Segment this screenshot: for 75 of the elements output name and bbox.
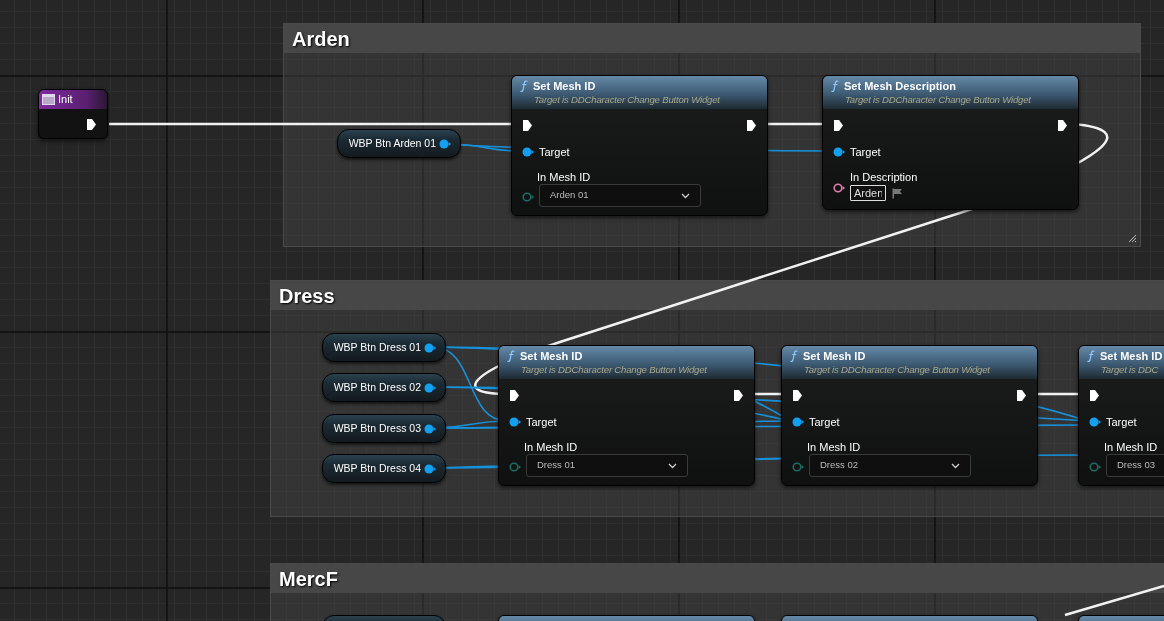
pin-icon[interactable]: [1089, 417, 1102, 427]
comment-title: MercF: [279, 568, 338, 589]
comment-title: Arden: [292, 28, 350, 49]
pin-label: In Mesh ID: [807, 441, 862, 453]
pin-icon[interactable]: [792, 417, 805, 427]
variable-label: WBP Btn Arden 01: [348, 135, 436, 151]
exec-pin-icon[interactable]: [1016, 388, 1027, 402]
mesh-id-dropdown[interactable]: Dress 01: [526, 454, 688, 477]
exec-pin-icon[interactable]: [522, 118, 533, 132]
pin-icon[interactable]: [424, 463, 437, 474]
pin-icon[interactable]: [424, 423, 437, 434]
node-subtitle: Target is DDCharacter Change Button Widget: [803, 363, 991, 377]
pin-label: In Mesh ID: [1104, 441, 1159, 453]
pin-icon[interactable]: [439, 138, 452, 149]
node-title: Set Mesh Description: [844, 80, 956, 92]
node-subtitle: Target is DDCharacter Change Button Widget: [844, 93, 1032, 107]
mesh-id-dropdown[interactable]: Dress 02: [809, 454, 971, 477]
pin-icon[interactable]: [509, 462, 522, 472]
function-icon: [790, 350, 798, 362]
pin-label: Target: [539, 146, 570, 158]
exec-pin-icon[interactable]: [1057, 118, 1068, 132]
pin-label: Target: [850, 146, 881, 158]
function-icon: [507, 350, 515, 362]
node-title: Init: [58, 94, 73, 105]
pin-icon[interactable]: [509, 417, 522, 427]
pin-icon[interactable]: [833, 147, 846, 157]
variable-label: WBP Btn Dress 03: [333, 420, 421, 436]
node-title: Set Mesh ID: [520, 350, 583, 362]
exec-pin-icon[interactable]: [86, 117, 97, 131]
caret-icon: [951, 462, 960, 469]
resize-handle-icon[interactable]: [1128, 234, 1137, 243]
node-title: Set Mesh ID: [1100, 350, 1163, 362]
description-field[interactable]: Arden: [850, 185, 886, 201]
pin-icon[interactable]: [424, 342, 437, 353]
mesh-id-dropdown[interactable]: Dress 03: [1106, 454, 1164, 477]
pin-label: Target: [1106, 416, 1137, 428]
variable-label: WBP Btn Dress 02: [333, 379, 421, 395]
variable-node[interactable]: WBP Btn Arden 01: [337, 129, 461, 158]
exec-pin-icon[interactable]: [509, 388, 520, 402]
node-title: Set Mesh ID: [533, 80, 596, 92]
caret-icon: [681, 192, 690, 199]
comment-title: Dress: [279, 285, 335, 306]
variable-label: WBP Btn Dress 04: [333, 460, 421, 476]
pin-label: In Mesh ID: [524, 441, 579, 453]
function-icon: [520, 80, 528, 92]
pin-label: In Description: [850, 171, 918, 183]
node-subtitle: Target is DDCharacter Change Button Widget: [520, 363, 708, 377]
pin-icon[interactable]: [522, 192, 535, 202]
variable-node[interactable]: WBP Btn Dress 04: [322, 454, 446, 483]
node-title: Set Mesh ID: [803, 350, 866, 362]
pin-label: Target: [809, 416, 840, 428]
pin-icon[interactable]: [1089, 462, 1102, 472]
node-subtitle: Target is DDCharacter Change Button Widget: [533, 93, 721, 107]
exec-pin-icon[interactable]: [833, 118, 844, 132]
variable-label: WBP Btn Dress 01: [333, 339, 421, 355]
caret-icon: [668, 462, 677, 469]
exec-pin-icon[interactable]: [733, 388, 744, 402]
variable-node[interactable]: WBP Btn Dress 02: [322, 373, 446, 402]
pin-icon[interactable]: [522, 147, 535, 157]
pin-icon[interactable]: [424, 382, 437, 393]
function-icon: [831, 80, 839, 92]
exec-pin-icon[interactable]: [1089, 388, 1100, 402]
node-subtitle: Target is DDC: [1100, 363, 1160, 377]
mesh-id-dropdown[interactable]: Arden 01: [539, 184, 701, 207]
pin-icon[interactable]: [792, 462, 805, 472]
variable-node[interactable]: WBP Btn Dress 01: [322, 333, 446, 362]
pin-label: Target: [526, 416, 557, 428]
variable-node[interactable]: WBP Btn Dress 03: [322, 414, 446, 443]
exec-pin-icon[interactable]: [792, 388, 803, 402]
pin-icon[interactable]: [833, 183, 846, 193]
pin-label: In Mesh ID: [537, 171, 592, 183]
function-icon: [1087, 350, 1095, 362]
window-icon: [42, 94, 55, 105]
flag-icon: [892, 187, 903, 199]
exec-pin-icon[interactable]: [746, 118, 757, 132]
